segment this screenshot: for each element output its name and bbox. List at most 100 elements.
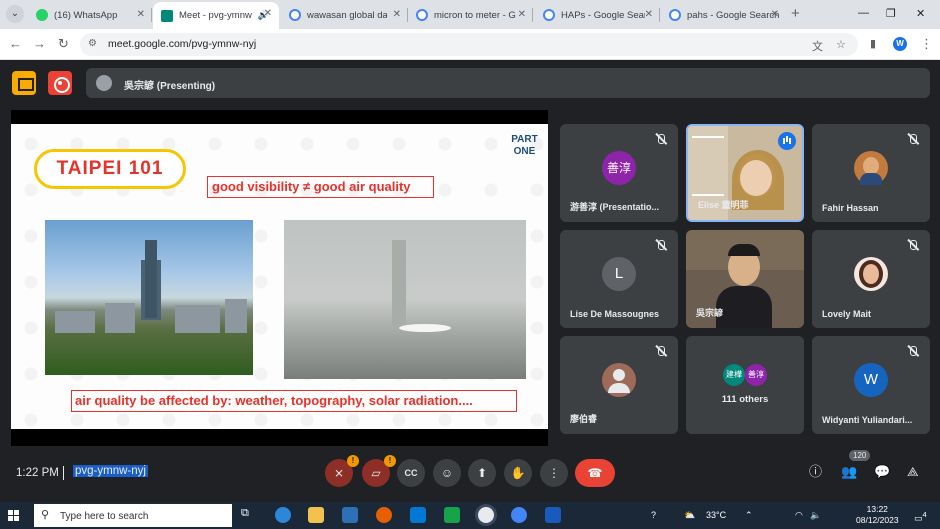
bookmark-star-icon[interactable]: ☆ bbox=[836, 38, 846, 51]
participant-tile[interactable]: Lovely Mait bbox=[812, 230, 930, 328]
participant-tile[interactable]: 吳宗諺 bbox=[686, 230, 804, 328]
tab-whatsapp[interactable]: (16) WhatsApp ✕ bbox=[28, 3, 152, 27]
volume-icon[interactable]: 🔈 bbox=[810, 510, 821, 521]
windows-start-icon[interactable] bbox=[8, 510, 20, 522]
reload-icon[interactable]: ↻ bbox=[58, 37, 69, 51]
participant-name: Fahir Hassan bbox=[822, 203, 879, 213]
participant-tile[interactable]: Fahir Hassan bbox=[812, 124, 930, 222]
window-close-icon[interactable]: ✕ bbox=[916, 7, 925, 20]
tab-search-icon[interactable]: ⌄ bbox=[6, 5, 24, 23]
activities-icon[interactable]: ⟁ bbox=[907, 464, 919, 480]
google-icon bbox=[416, 9, 428, 21]
menu-kebab-icon[interactable]: ⋮ bbox=[920, 37, 933, 51]
site-info-icon[interactable]: ⚙ bbox=[88, 38, 97, 49]
word-icon[interactable] bbox=[545, 507, 561, 523]
emoji-button[interactable]: ☺ bbox=[433, 459, 461, 487]
url-text[interactable]: meet.google.com/pvg-ymnw-nyj bbox=[108, 38, 256, 50]
profile-avatar[interactable]: W bbox=[893, 37, 907, 51]
close-icon[interactable]: ✕ bbox=[518, 9, 526, 20]
presenter-chip: 吳宗諺 (Presenting) bbox=[86, 68, 930, 98]
meeting-code[interactable]: pvg-ymnw-nyj bbox=[73, 465, 148, 477]
participant-name: Lise De Massougnes bbox=[570, 309, 660, 319]
address-bar[interactable]: ⚙ meet.google.com/pvg-ymnw-nyj 文 ☆ bbox=[80, 33, 858, 56]
raise-hand-button[interactable]: ✋ bbox=[504, 459, 532, 487]
avatar: 善淳 bbox=[745, 364, 767, 386]
people-count: 120 bbox=[849, 450, 871, 461]
close-icon[interactable]: ✕ bbox=[771, 9, 779, 20]
whatsapp-icon bbox=[36, 9, 48, 21]
search-placeholder: Type here to search bbox=[60, 511, 149, 522]
captions-icon: CC bbox=[404, 468, 418, 478]
captions-button[interactable]: CC bbox=[397, 459, 425, 487]
meet-app: 吳宗諺 (Presenting) TAIPEI 101 PART ONE goo… bbox=[0, 60, 940, 502]
close-icon[interactable]: ✕ bbox=[645, 9, 653, 20]
mail-icon[interactable] bbox=[410, 507, 426, 523]
wifi-icon[interactable]: ◠ bbox=[795, 510, 803, 521]
participant-tile[interactable]: 廖伯睿 bbox=[560, 336, 678, 434]
store-icon[interactable] bbox=[342, 507, 358, 523]
back-icon[interactable]: ← bbox=[9, 37, 22, 51]
tab-meet[interactable]: Meet - pvg-ymnw 🔊 ✕ bbox=[153, 2, 279, 29]
camera-off-icon: ▱ bbox=[371, 466, 381, 480]
tab-pahs[interactable]: pahs - Google Search ✕ bbox=[661, 3, 786, 27]
chrome-icon[interactable] bbox=[478, 507, 494, 523]
sidebar-icon[interactable]: ▮ bbox=[870, 37, 876, 51]
tray-chevron-icon[interactable]: ⌃ bbox=[745, 510, 753, 521]
avatar-photo bbox=[854, 151, 888, 185]
new-tab-icon[interactable]: + bbox=[791, 6, 800, 21]
mic-off-icon bbox=[906, 238, 920, 252]
meet-top-bar: 吳宗諺 (Presenting) bbox=[0, 68, 940, 102]
meeting-info-icon[interactable]: ⓘ bbox=[809, 464, 822, 480]
help-icon[interactable]: ? bbox=[651, 510, 656, 520]
slide-part-label: PART ONE bbox=[511, 134, 538, 157]
mic-off-icon: ⨯ bbox=[333, 466, 345, 480]
participant-tile[interactable]: L Lise De Massougnes bbox=[560, 230, 678, 328]
presenter-name: 吳宗諺 (Presenting) bbox=[124, 81, 216, 92]
tab-haps[interactable]: HAPs - Google Search ✕ bbox=[535, 3, 660, 27]
meet-control-bar: 1:22 PM pvg-ymnw-nyj ⨯ ! ▱ ! CC ☺ ⬆ ✋ ⋮ … bbox=[0, 450, 940, 502]
temperature[interactable]: 33°C bbox=[706, 510, 726, 520]
task-view-icon[interactable]: ⧉ bbox=[241, 507, 257, 523]
participant-name: 吳宗諺 bbox=[696, 308, 724, 318]
taskbar-search[interactable]: ⚲ Type here to search bbox=[34, 504, 232, 527]
presenter-avatar bbox=[96, 75, 112, 91]
camera-toggle-button[interactable]: ▱ ! bbox=[362, 455, 396, 487]
present-button[interactable]: ⬆ bbox=[468, 459, 496, 487]
mic-off-icon bbox=[906, 344, 920, 358]
minimize-icon[interactable]: — bbox=[858, 7, 869, 19]
people-icon[interactable]: 👥 bbox=[841, 464, 857, 480]
participant-tile[interactable]: 善淳 游善淳 (Presentatio... bbox=[560, 124, 678, 222]
leave-call-button[interactable]: ☎ bbox=[575, 459, 615, 487]
warning-badge: ! bbox=[384, 455, 396, 467]
mic-toggle-button[interactable]: ⨯ ! bbox=[325, 455, 359, 487]
app-icon[interactable] bbox=[444, 507, 460, 523]
close-icon[interactable]: ✕ bbox=[264, 8, 272, 19]
tab-wawasan[interactable]: wawasan global data ✕ bbox=[281, 3, 408, 27]
notification-icon[interactable]: ▭4 bbox=[914, 510, 927, 524]
edge-icon[interactable] bbox=[275, 507, 291, 523]
file-explorer-icon[interactable] bbox=[308, 507, 324, 523]
windows-taskbar: ⚲ Type here to search ⧉ ? ⛅ 33°C ⌃ ◠ 🔈 1… bbox=[0, 502, 940, 529]
recording-icon[interactable] bbox=[48, 71, 72, 95]
forward-icon[interactable]: → bbox=[33, 37, 46, 51]
presentation-icon[interactable] bbox=[12, 71, 36, 95]
weather-icon[interactable]: ⛅ bbox=[684, 510, 695, 521]
translate-icon[interactable]: 文 bbox=[812, 38, 823, 54]
others-tile[interactable]: 建樺 善淳 111 others bbox=[686, 336, 804, 434]
chrome-profile-icon[interactable] bbox=[511, 507, 527, 523]
close-icon[interactable]: ✕ bbox=[393, 9, 401, 20]
participant-name: Elise 童明菲 bbox=[698, 200, 749, 210]
slide: TAIPEI 101 PART ONE good visibility ≠ go… bbox=[11, 124, 548, 429]
participant-tile[interactable]: Elise 童明菲 bbox=[686, 124, 804, 222]
avatar-photo bbox=[602, 363, 636, 397]
maximize-icon[interactable]: ❐ bbox=[886, 7, 896, 20]
browser-toolbar: ← → ↻ ⚙ meet.google.com/pvg-ymnw-nyj 文 ☆… bbox=[0, 29, 940, 60]
tab-micron[interactable]: micron to meter - Go ✕ bbox=[408, 3, 533, 27]
participant-tile[interactable]: W Widyanti Yuliandari... bbox=[812, 336, 930, 434]
avatar: L bbox=[602, 257, 636, 291]
taskbar-clock[interactable]: 13:22 08/12/2023 bbox=[856, 504, 899, 526]
chat-icon[interactable]: 💬 bbox=[874, 464, 890, 480]
close-icon[interactable]: ✕ bbox=[137, 9, 145, 20]
firefox-icon[interactable] bbox=[376, 507, 392, 523]
more-options-button[interactable]: ⋮ bbox=[540, 459, 568, 487]
